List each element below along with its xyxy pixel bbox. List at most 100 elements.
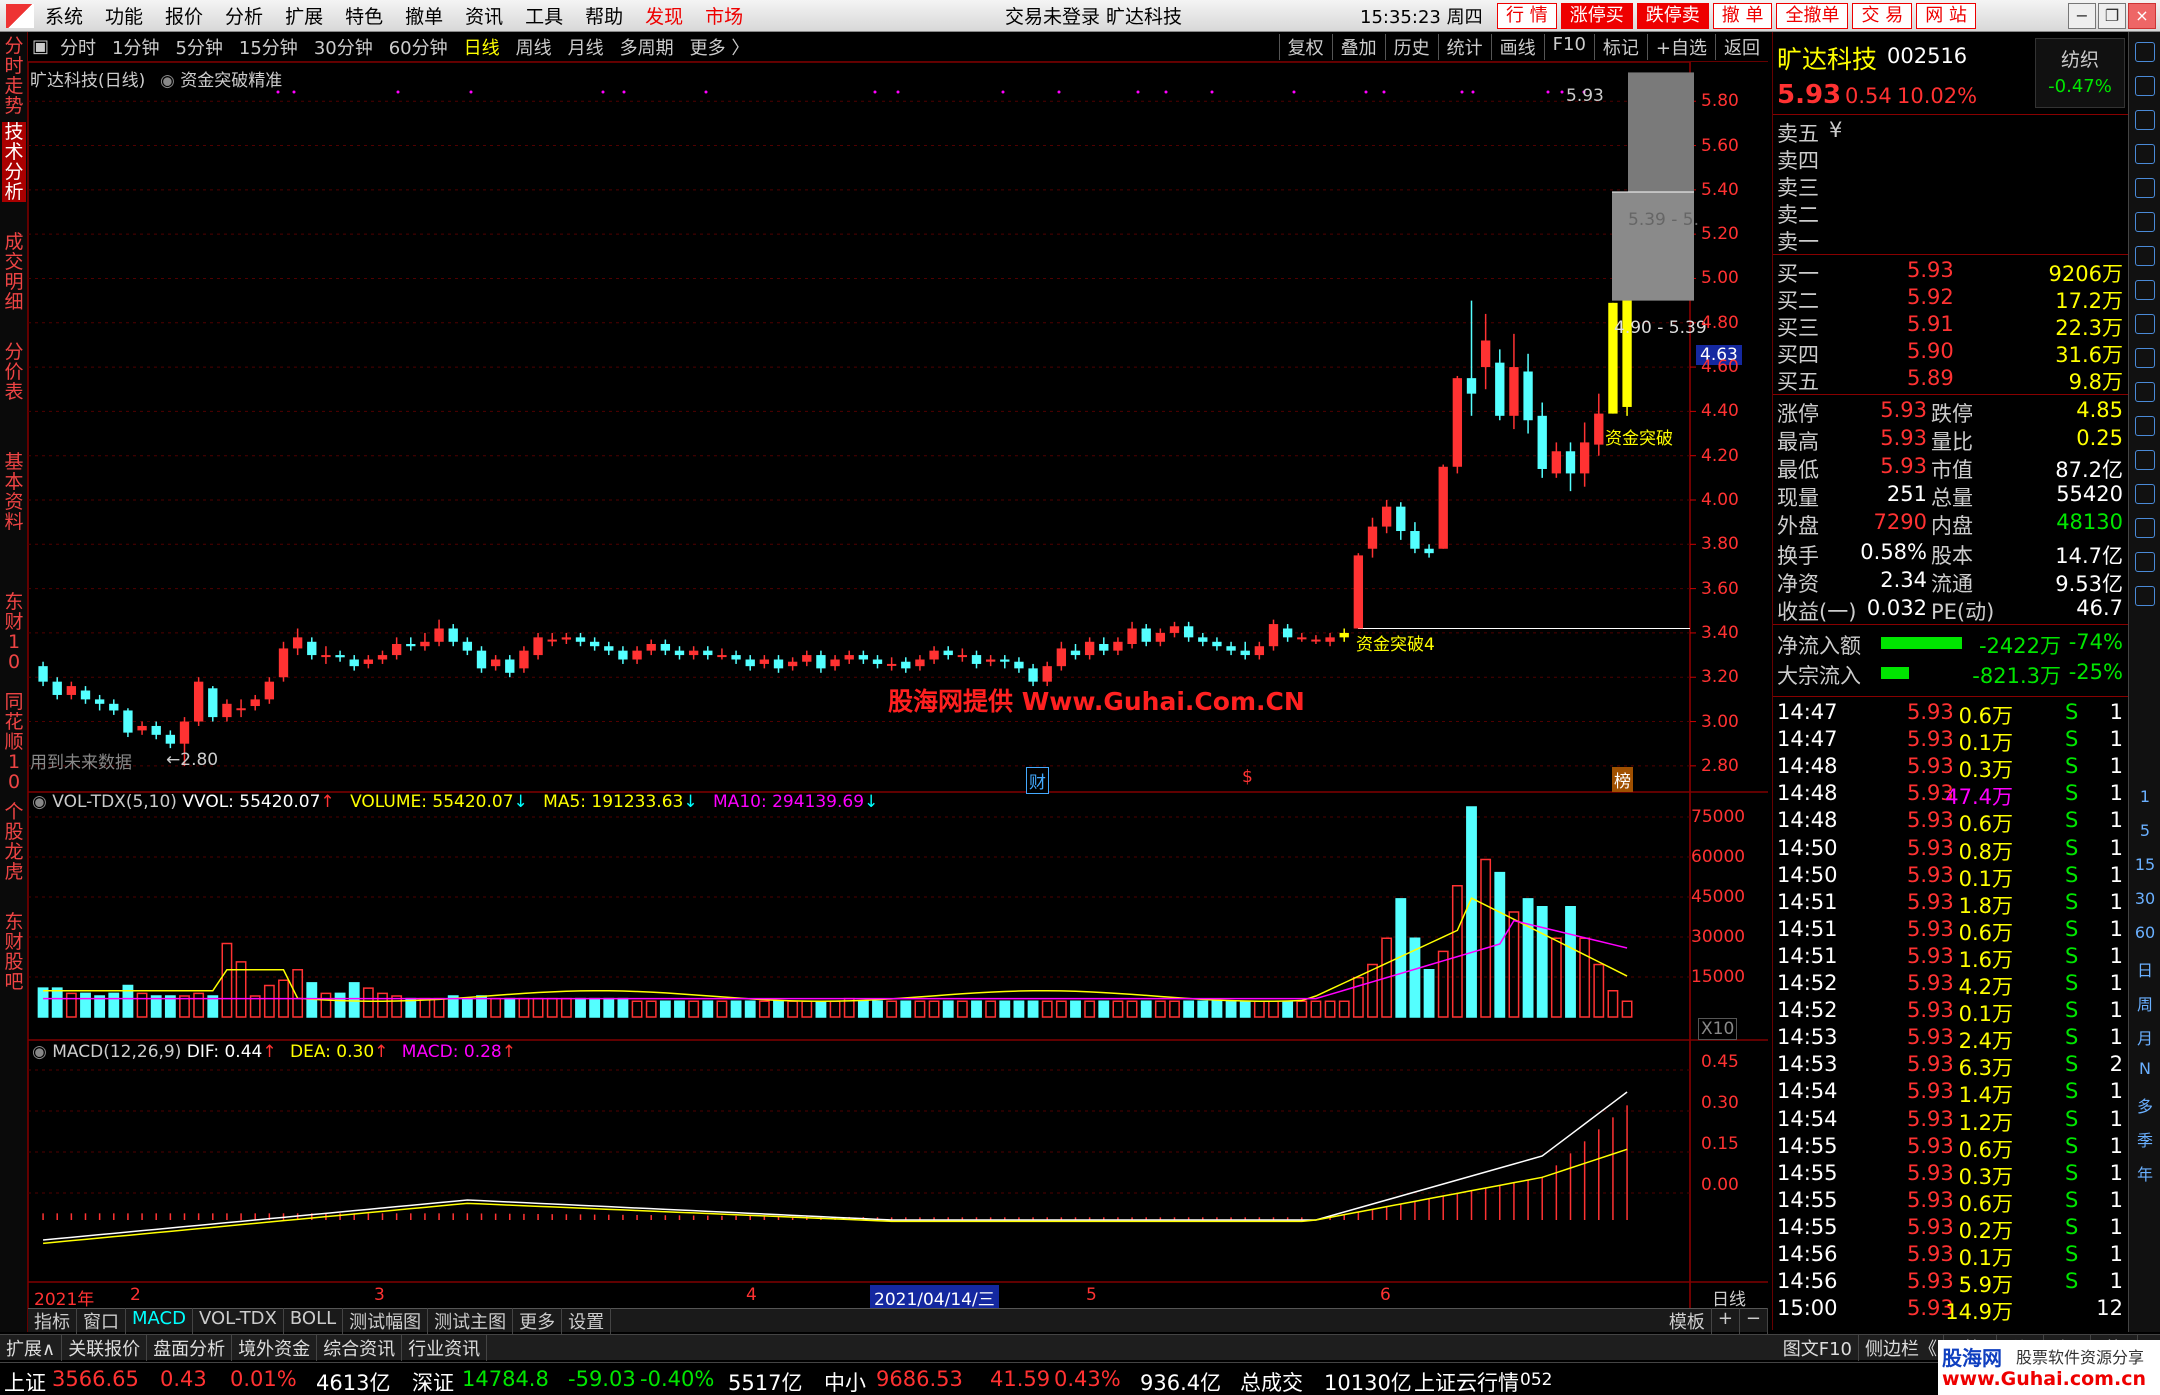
left-tab[interactable]: 基本资料 <box>2 452 26 532</box>
left-tab[interactable]: 个股龙虎 <box>2 802 26 882</box>
toolbar-icon[interactable] <box>2135 76 2155 96</box>
menu-item[interactable]: 资讯 <box>454 2 514 29</box>
cloud-quote-link[interactable]: 上证云行情 <box>1414 1367 1519 1395</box>
toolbar-button[interactable]: 图文F10 <box>1777 1334 1859 1361</box>
toolbar-icon[interactable] <box>2135 144 2155 164</box>
indicator-tab[interactable]: 测试主图 <box>428 1307 514 1334</box>
chart-tool-button[interactable]: 复权 <box>1278 33 1332 60</box>
period-shortcut[interactable]: 30 <box>2129 889 2160 908</box>
left-tab[interactable]: 东财股吧 <box>2 912 26 992</box>
volume-toggle-icon[interactable]: ◉ <box>32 792 52 812</box>
period-button[interactable]: 更多 〉 <box>682 34 758 60</box>
indicator-tab[interactable]: BOLL <box>284 1307 344 1334</box>
period-button[interactable]: 60分钟 <box>381 34 456 60</box>
toolbar-button[interactable]: 盘面分析 <box>147 1334 233 1361</box>
quick-button[interactable]: 交 易 <box>1852 2 1913 29</box>
period-shortcut[interactable]: 日 <box>2129 957 2160 981</box>
period-shortcut[interactable]: 60 <box>2129 923 2160 942</box>
toolbar-icon[interactable] <box>2135 416 2155 436</box>
toolbar-button[interactable]: 综合资讯 <box>317 1334 403 1361</box>
checkbox-icon[interactable]: ▣ <box>28 36 52 57</box>
chart-tool-button[interactable]: F10 <box>1543 33 1594 60</box>
menu-item[interactable]: 系统 <box>34 2 94 29</box>
period-shortcut[interactable]: 多 <box>2129 1093 2160 1117</box>
sector-box[interactable]: 纺织 -0.47% <box>2035 38 2125 108</box>
left-tab[interactable]: 技术分析 <box>2 122 26 202</box>
left-tab[interactable]: 东财10 <box>2 592 26 672</box>
chart-tool-button[interactable]: 返回 <box>1715 33 1768 60</box>
chart-tool-button[interactable]: 标记 <box>1593 33 1647 60</box>
indicator-toggle-icon[interactable]: ◉ <box>160 71 180 91</box>
indicator-tab[interactable]: 窗口 <box>77 1307 126 1334</box>
left-tab[interactable]: 同花顺10 <box>2 692 26 792</box>
toolbar-icon[interactable] <box>2135 178 2155 198</box>
quick-button[interactable]: 行 情 <box>1497 2 1557 29</box>
toolbar-button[interactable]: 境外资金 <box>232 1334 318 1361</box>
toolbar-icon[interactable] <box>2135 382 2155 402</box>
restore-icon[interactable]: ❐ <box>2098 2 2126 29</box>
period-button[interactable]: 15分钟 <box>231 34 306 60</box>
indicator-tab[interactable]: 测试幅图 <box>343 1307 429 1334</box>
chart-tool-button[interactable]: +自选 <box>1646 33 1715 60</box>
toolbar-icon[interactable] <box>2135 450 2155 470</box>
toolbar-icon[interactable] <box>2135 314 2155 334</box>
left-tab[interactable]: 分价表 <box>2 342 26 402</box>
period-button[interactable]: 5分钟 <box>167 34 230 60</box>
period-button[interactable]: 日线 <box>456 34 508 60</box>
toolbar-icon[interactable] <box>2135 518 2155 538</box>
period-shortcut[interactable]: 季 <box>2129 1127 2160 1151</box>
period-shortcut[interactable]: 15 <box>2129 855 2160 874</box>
toolbar-icon[interactable] <box>2135 348 2155 368</box>
quick-button[interactable]: 撤 单 <box>1712 2 1773 29</box>
left-tab[interactable]: 成交明细 <box>2 232 26 312</box>
template-control[interactable]: + <box>1712 1307 1740 1334</box>
period-shortcut[interactable]: 周 <box>2129 991 2160 1015</box>
close-icon[interactable]: × <box>2128 2 2156 29</box>
chart-tool-button[interactable]: 统计 <box>1437 33 1491 60</box>
left-tab[interactable]: 分时走势 <box>2 36 26 116</box>
event-mark-ranking[interactable]: 榜 <box>1612 767 1633 792</box>
menu-item-hot[interactable]: 发现 <box>634 2 694 29</box>
quick-button[interactable]: 网 站 <box>1916 2 1976 29</box>
chart-tool-button[interactable]: 画线 <box>1490 33 1544 60</box>
indicator-tab[interactable]: 指标 <box>28 1307 77 1334</box>
template-control[interactable]: − <box>1740 1307 1768 1334</box>
toolbar-icon[interactable] <box>2135 110 2155 130</box>
menu-item[interactable]: 工具 <box>514 2 574 29</box>
period-button[interactable]: 周线 <box>508 34 560 60</box>
template-control[interactable]: 模板 <box>1663 1307 1712 1334</box>
toolbar-icon[interactable] <box>2135 212 2155 232</box>
menu-item[interactable]: 分析 <box>214 2 274 29</box>
chart-tool-button[interactable]: 历史 <box>1384 33 1438 60</box>
toolbar-button[interactable]: 行业资讯 <box>402 1334 488 1361</box>
minimize-icon[interactable]: − <box>2068 2 2096 29</box>
quick-button[interactable]: 涨停买 <box>1560 2 1633 29</box>
period-button[interactable]: 月线 <box>560 34 612 60</box>
menu-item[interactable]: 功能 <box>94 2 154 29</box>
period-button[interactable]: 1分钟 <box>104 34 167 60</box>
quick-button[interactable]: 跌停卖 <box>1636 2 1709 29</box>
toolbar-icon[interactable] <box>2135 42 2155 62</box>
toolbar-icon[interactable] <box>2135 552 2155 572</box>
event-mark-finance[interactable]: 财 <box>1026 767 1049 794</box>
menu-item[interactable]: 帮助 <box>574 2 634 29</box>
menu-item[interactable]: 报价 <box>154 2 214 29</box>
menu-item[interactable]: 撤单 <box>394 2 454 29</box>
period-button[interactable]: 30分钟 <box>306 34 381 60</box>
menu-item[interactable]: 扩展 <box>274 2 334 29</box>
toolbar-icon[interactable] <box>2135 246 2155 266</box>
period-shortcut[interactable]: 1 <box>2129 787 2160 806</box>
menu-item-hot[interactable]: 市场 <box>694 2 754 29</box>
toolbar-icon[interactable] <box>2135 484 2155 504</box>
indicator-tab[interactable]: 设置 <box>562 1307 612 1334</box>
chart-tool-button[interactable]: 叠加 <box>1331 33 1385 60</box>
event-mark-dollar[interactable]: $ <box>1242 767 1253 787</box>
macd-toggle-icon[interactable]: ◉ <box>32 1042 52 1062</box>
period-shortcut[interactable]: 月 <box>2129 1025 2160 1049</box>
period-shortcut[interactable]: 5 <box>2129 821 2160 840</box>
period-button[interactable]: 多周期 <box>612 34 682 60</box>
period-button[interactable]: 分时 <box>52 34 104 60</box>
toolbar-icon[interactable] <box>2135 586 2155 606</box>
period-shortcut[interactable]: 年 <box>2129 1161 2160 1185</box>
toolbar-button[interactable]: 关联报价 <box>62 1334 148 1361</box>
